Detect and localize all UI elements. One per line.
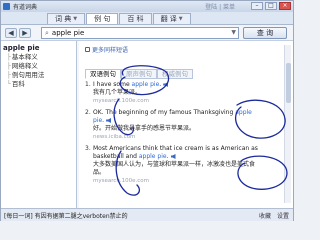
tab-label: 翻 译 — [160, 15, 177, 23]
speaker-icon[interactable] — [163, 82, 169, 87]
chevron-down-icon: ▼ — [178, 16, 183, 22]
tab-examples[interactable]: 例 句 — [86, 13, 119, 24]
example-text: . — [159, 81, 162, 88]
list-item: 3. Most Americans think that ice cream i… — [85, 145, 261, 185]
main-tabs: 词 典 ▼ 例 句 百 科 翻 译 ▼ — [1, 12, 293, 25]
tab-dictionary[interactable]: 词 典 ▼ — [47, 13, 86, 24]
example-highlight: apple pie — [131, 81, 160, 88]
example-number: 1. — [85, 81, 91, 88]
example-text: . — [102, 117, 105, 124]
chevron-down-icon: ▼ — [73, 16, 78, 22]
example-list: 1. I have some apple pie. 我有几个苹果派。 mysea… — [85, 81, 261, 189]
forward-arrow-icon[interactable]: ▶ — [19, 28, 31, 38]
sidebar-item-basic[interactable]: ├基本释义 — [3, 53, 74, 62]
tab-encyclopedia[interactable]: 百 科 — [119, 13, 152, 24]
example-text: I have some — [93, 81, 132, 88]
example-number: 2. — [85, 109, 91, 116]
settings-button[interactable]: 设置 — [277, 211, 289, 220]
example-chinese: 大多数美国人认为，与篮球和苹果派一样，冰激凌也是美式食品。 — [93, 161, 256, 176]
app-window: 有道词典 登陆 | 菜单 – □ × 词 典 ▼ 例 句 百 科 翻 译 ▼ ◀ ▶… — [0, 0, 294, 221]
example-text: OK. The beginning of my famous Thanksgiv… — [93, 109, 236, 116]
example-chinese: 我有几个苹果派。 — [93, 89, 142, 96]
scrollbar-thumb[interactable] — [286, 63, 291, 103]
tree-line-icon: └ — [7, 80, 11, 88]
status-bar: [每日一词] 有因有据第二腿之verboten禁止的 收藏 设置 — [1, 208, 293, 221]
tab-label: 例 句 — [94, 15, 111, 23]
status-actions: 收藏 设置 — [259, 211, 289, 220]
search-button[interactable]: 查 询 — [243, 27, 287, 39]
subtab-audio[interactable]: 原声例句 — [121, 69, 157, 79]
tab-translate[interactable]: 翻 译 ▼ — [152, 13, 191, 24]
search-box: ⌕ ▼ — [41, 27, 239, 39]
title-bar: 有道词典 登陆 | 菜单 – □ × — [1, 1, 293, 12]
sidebar-item-label: 基本释义 — [11, 53, 38, 61]
daily-word-link[interactable]: [每日一词] 有因有据第二腿之verboten禁止的 — [4, 211, 128, 220]
tree-line-icon: ├ — [7, 53, 11, 61]
example-english: Most Americans think that ice cream is a… — [93, 145, 261, 161]
favorites-button[interactable]: 收藏 — [259, 211, 271, 220]
window-title: 有道词典 — [13, 4, 38, 11]
back-arrow-icon[interactable]: ◀ — [5, 28, 17, 38]
list-item: 2. OK. The beginning of my famous Thanks… — [85, 109, 261, 141]
search-icon: ⌕ — [45, 28, 49, 37]
sidebar-head[interactable]: apple pie — [3, 44, 74, 52]
window-controls: – □ × — [251, 2, 291, 10]
sidebar-item-label: 例句用用法 — [11, 71, 45, 79]
subtab-authoritative[interactable]: 权威例句 — [157, 69, 193, 79]
maximize-button[interactable]: □ — [265, 2, 277, 10]
sidebar: apple pie ├基本释义 ├网络释义 ├例句用用法 └百科 — [1, 41, 77, 208]
example-english: I have some apple pie. — [93, 81, 261, 89]
example-highlight: apple pie — [138, 153, 167, 160]
expand-icon — [85, 47, 90, 52]
example-source[interactable]: mysearch.100e.com — [93, 177, 261, 185]
sidebar-item-label: 百科 — [11, 80, 25, 88]
close-button[interactable]: × — [279, 2, 291, 10]
tab-label: 词 典 — [55, 15, 72, 23]
speaker-icon[interactable] — [170, 154, 176, 159]
sidebar-item-web[interactable]: ├网络释义 — [3, 62, 74, 71]
sidebar-item-encyclopedia[interactable]: └百科 — [3, 80, 74, 89]
sidebar-item-label: 网络释义 — [11, 62, 38, 70]
example-text: . — [166, 153, 169, 160]
list-item: 1. I have some apple pie. 我有几个苹果派。 mysea… — [85, 81, 261, 105]
content-pane: 更多同样短语 双语例句 原声例句 权威例句 1. I have some app… — [79, 41, 293, 208]
app-logo-icon — [3, 3, 10, 10]
chevron-down-icon[interactable]: ▼ — [231, 29, 236, 36]
sidebar-item-examples[interactable]: ├例句用用法 — [3, 71, 74, 80]
login-menu-link[interactable]: 登陆 | 菜单 — [205, 2, 235, 11]
example-subtabs: 双语例句 原声例句 权威例句 — [85, 69, 193, 79]
subtab-bilingual[interactable]: 双语例句 — [85, 69, 121, 79]
more-phrases-label: 更多同样短语 — [92, 47, 129, 54]
speaker-icon[interactable] — [106, 118, 112, 123]
search-row: ◀ ▶ ⌕ ▼ 查 询 — [1, 25, 293, 41]
vertical-scrollbar[interactable] — [284, 45, 291, 203]
example-english: OK. The beginning of my famous Thanksgiv… — [93, 109, 261, 125]
example-chinese: 好。开始做我最拿手的感恩节苹果派。 — [93, 125, 196, 132]
more-phrases-link[interactable]: 更多同样短语 — [85, 45, 128, 54]
example-number: 3. — [85, 145, 91, 152]
tree-line-icon: ├ — [7, 62, 11, 70]
tab-label: 百 科 — [127, 15, 144, 23]
tree-line-icon: ├ — [7, 71, 11, 79]
example-source[interactable]: mysearch.100e.com — [93, 97, 261, 105]
minimize-button[interactable]: – — [251, 2, 263, 10]
example-source[interactable]: news.iciba.com — [93, 133, 261, 141]
search-input[interactable] — [51, 29, 202, 37]
